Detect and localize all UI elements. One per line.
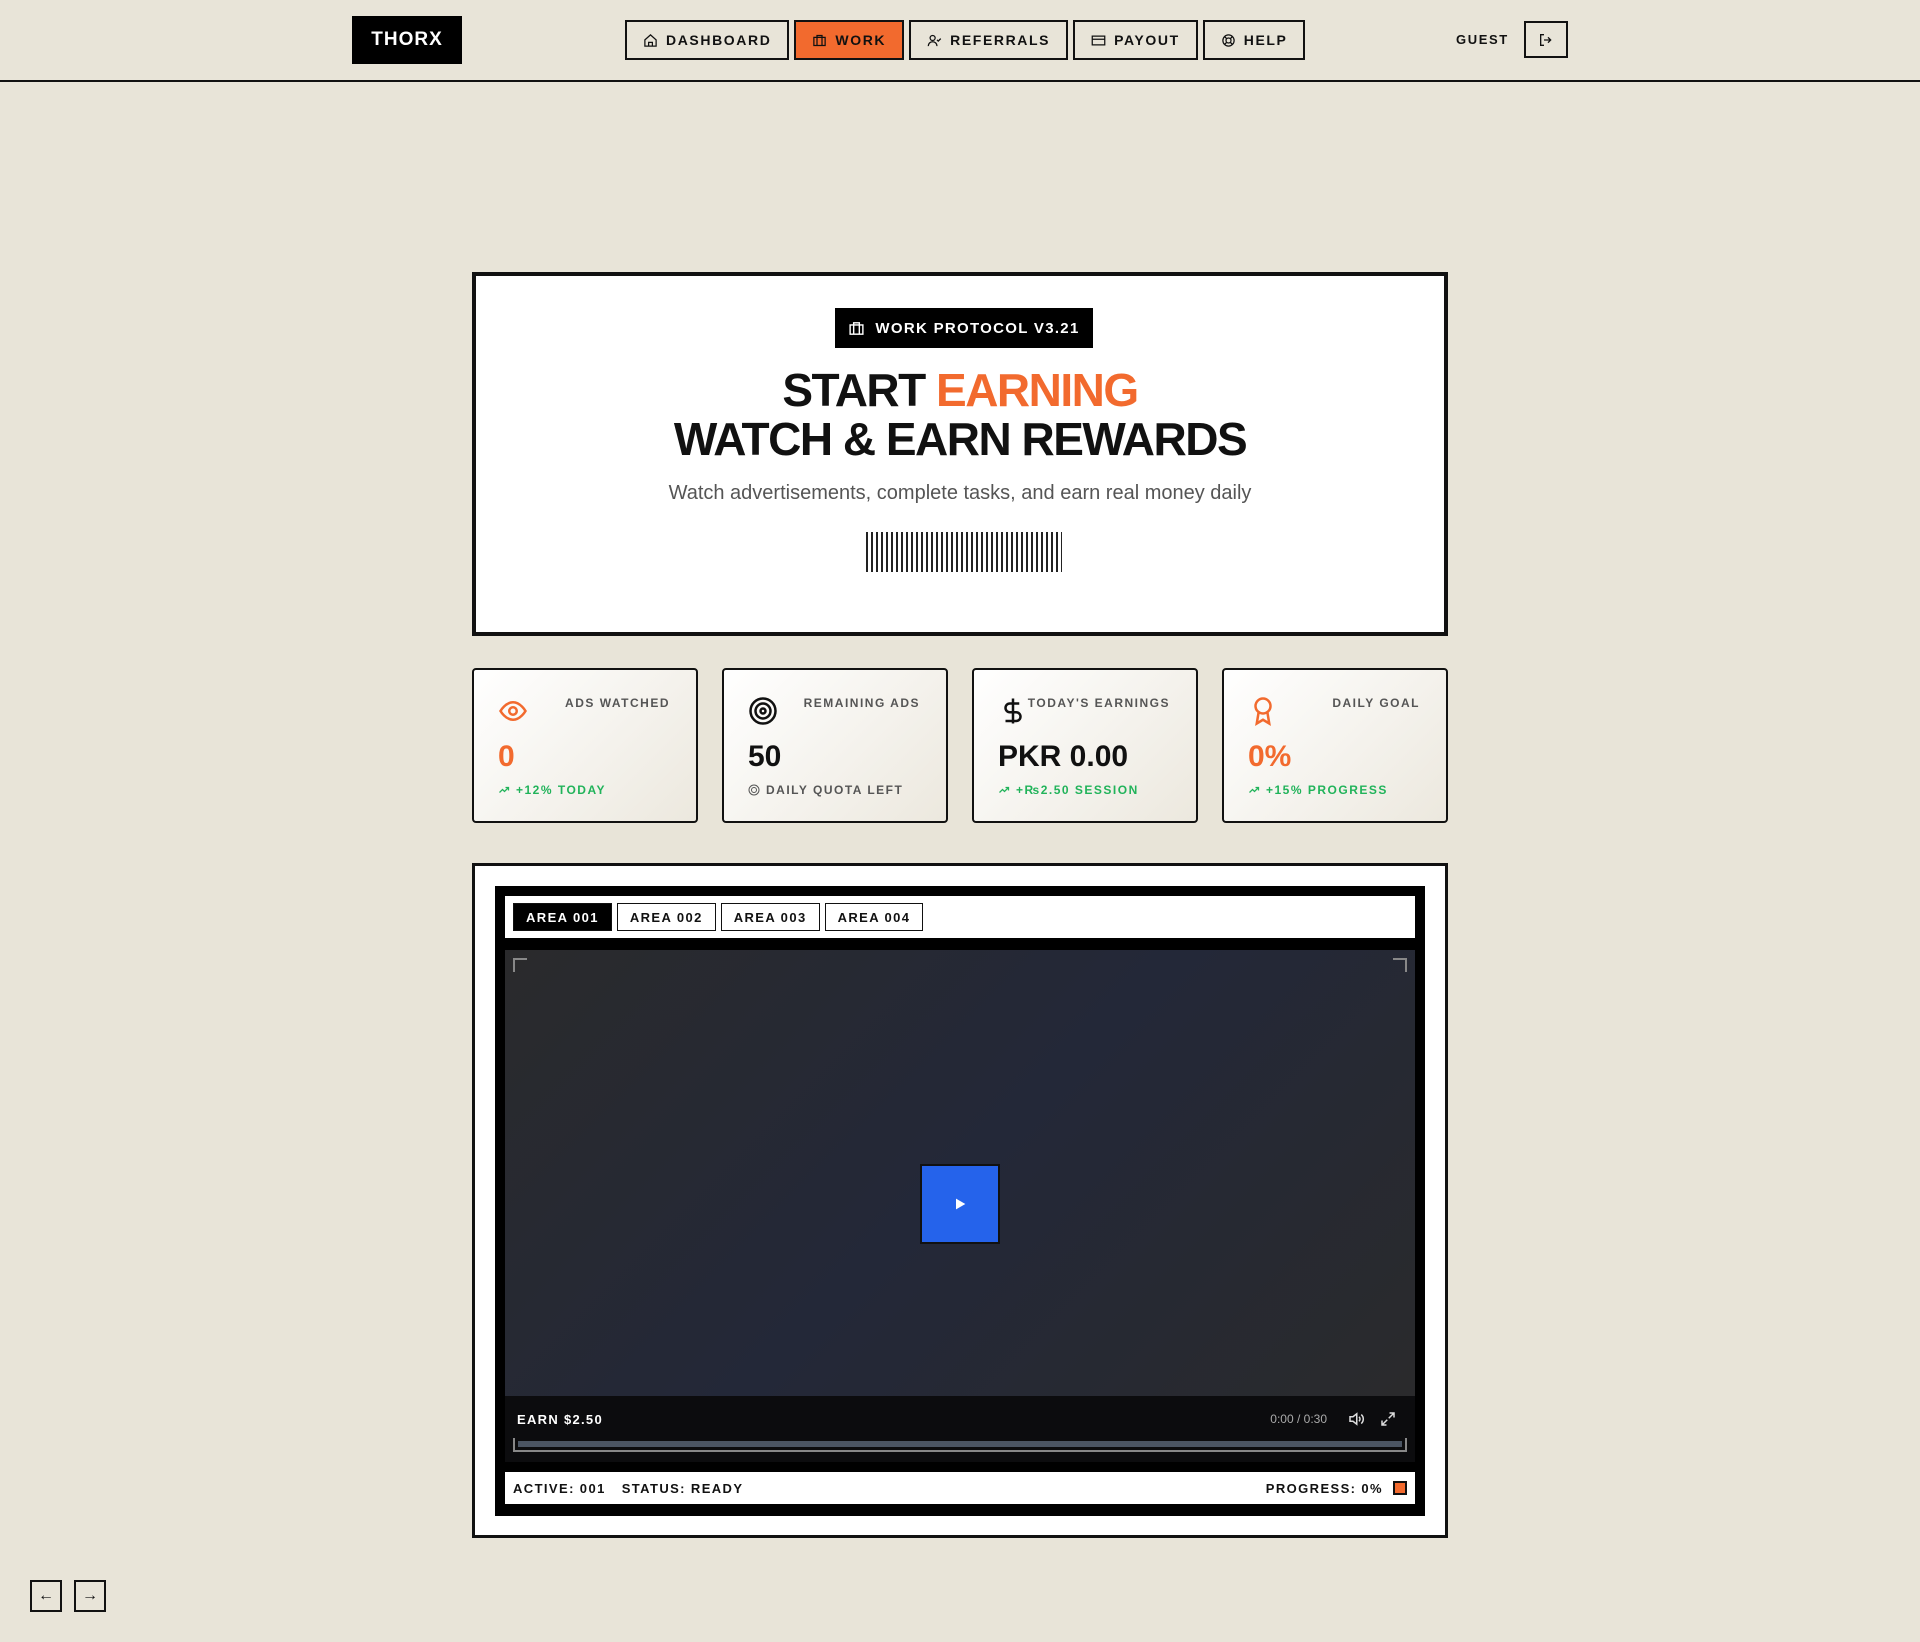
tab-area-004[interactable]: AREA 004 [824, 903, 924, 931]
progress-track[interactable] [513, 1438, 1407, 1452]
time-display: 0:00 / 0:30 [1270, 1412, 1327, 1426]
stat-value: 50 [748, 740, 782, 773]
top-header: THORX DASHBOARD WORK REFERRALS PAYOUT HE… [0, 0, 1920, 82]
hero-card: WORK PROTOCOL V3.21 START EARNING WATCH … [472, 272, 1448, 636]
hero-title-part1: START [782, 364, 937, 416]
next-button[interactable]: → [74, 1580, 106, 1612]
lifebuoy-icon [1221, 33, 1235, 47]
stat-card-daily-goal: DAILY GOAL 0% +15% PROGRESS [1222, 668, 1448, 823]
corner-mark [1393, 958, 1407, 972]
stat-trend: DAILY QUOTA LEFT [748, 783, 903, 797]
video-controls: EARN $2.50 0:00 / 0:30 [505, 1396, 1415, 1462]
stat-trend: +15% PROGRESS [1248, 783, 1388, 797]
status-progress: PROGRESS: 0% [1266, 1481, 1407, 1496]
stat-card-todays-earnings: TODAY'S EARNINGS PKR 0.00 +₨2.50 SESSION [972, 668, 1198, 823]
stat-card-remaining-ads: REMAINING ADS 50 DAILY QUOTA LEFT [722, 668, 948, 823]
stat-trend-label: DAILY QUOTA LEFT [766, 783, 904, 797]
status-active: ACTIVE: 001 [513, 1480, 606, 1496]
nav-help-button[interactable]: HELP [1202, 20, 1306, 60]
play-button[interactable] [920, 1164, 1000, 1244]
progress-bar [518, 1441, 1402, 1447]
hero-title-line2: WATCH & EARN REWARDS [673, 413, 1248, 465]
logo[interactable]: THORX [352, 16, 462, 64]
stat-value: 0 [498, 740, 515, 773]
stat-trend-label: +12% TODAY [516, 783, 607, 797]
hero-title: START EARNING WATCH & EARN REWARDS [476, 366, 1444, 464]
stat-label: DAILY GOAL [1332, 696, 1420, 710]
nav-work-label: WORK [835, 32, 887, 48]
trending-up-icon [1249, 786, 1260, 793]
hero-subtitle: Watch advertisements, complete tasks, an… [668, 482, 1252, 504]
briefcase-icon [813, 34, 827, 46]
nav-payout-label: PAYOUT [1114, 32, 1180, 48]
user-label: GUEST [1456, 32, 1509, 47]
stat-trend-label: +₨2.50 SESSION [1016, 783, 1139, 797]
target-icon [749, 697, 777, 725]
trending-up-icon [499, 786, 510, 793]
status-bar: ACTIVE: 001 STATUS: READY PROGRESS: 0% [505, 1472, 1415, 1504]
eye-icon [499, 700, 527, 722]
nav-help-label: HELP [1243, 32, 1288, 48]
home-icon [644, 33, 657, 47]
stat-label: ADS WATCHED [565, 696, 670, 710]
tab-area-003[interactable]: AREA 003 [720, 903, 820, 931]
barcode-graphic [866, 532, 1062, 572]
credit-card-icon [1091, 35, 1106, 45]
dollar-icon [1004, 698, 1022, 724]
progress-indicator [1393, 1481, 1407, 1495]
earn-label: EARN $2.50 [517, 1412, 603, 1427]
protocol-badge-label: WORK PROTOCOL V3.21 [875, 319, 1080, 337]
stat-card-ads-watched: ADS WATCHED 0 +12% TODAY [472, 668, 698, 823]
nav-referrals-label: REFERRALS [950, 32, 1051, 48]
stat-trend-label: +15% PROGRESS [1266, 783, 1388, 797]
target-small-icon [748, 784, 760, 796]
nav-dashboard-label: DASHBOARD [666, 32, 772, 48]
logout-icon [1540, 33, 1552, 46]
stat-trend: +12% TODAY [498, 783, 606, 797]
tab-area-001[interactable]: AREA 001 [513, 903, 612, 931]
fullscreen-icon[interactable] [1379, 1410, 1397, 1428]
ad-player-card: AREA 001 AREA 002 AREA 003 AREA 004 EARN… [472, 863, 1448, 1538]
award-icon [1254, 697, 1272, 726]
prev-button[interactable]: ← [30, 1580, 62, 1612]
status-state: STATUS: READY [621, 1480, 744, 1496]
nav-payout-button[interactable]: PAYOUT [1073, 20, 1198, 60]
nav-referrals-button[interactable]: REFERRALS [909, 20, 1069, 60]
ad-player-frame: AREA 001 AREA 002 AREA 003 AREA 004 EARN… [495, 886, 1425, 1516]
corner-mark [513, 958, 527, 972]
stat-value: 0% [1248, 740, 1292, 773]
status-progress-label: PROGRESS: 0% [1265, 1480, 1383, 1496]
stat-label: REMAINING ADS [803, 696, 920, 710]
user-check-icon [927, 34, 942, 46]
nav-dashboard-button[interactable]: DASHBOARD [625, 20, 790, 60]
stat-value: PKR 0.00 [998, 740, 1129, 773]
tab-area-002[interactable]: AREA 002 [616, 903, 716, 931]
nav-work-button[interactable]: WORK [794, 20, 905, 60]
main-nav: DASHBOARD WORK REFERRALS PAYOUT HELP [625, 20, 1306, 60]
video-area[interactable] [505, 950, 1415, 1396]
trending-up-icon [999, 786, 1010, 793]
protocol-badge: WORK PROTOCOL V3.21 [835, 308, 1093, 348]
area-tabs: AREA 001 AREA 002 AREA 003 AREA 004 [505, 896, 1415, 938]
stat-label: TODAY'S EARNINGS [1027, 696, 1170, 710]
logout-button[interactable] [1524, 21, 1568, 58]
play-icon [956, 1198, 966, 1210]
briefcase-icon [849, 321, 864, 335]
hero-title-highlight: EARNING [936, 364, 1139, 416]
volume-icon[interactable] [1347, 1410, 1365, 1428]
stat-trend: +₨2.50 SESSION [998, 783, 1139, 797]
